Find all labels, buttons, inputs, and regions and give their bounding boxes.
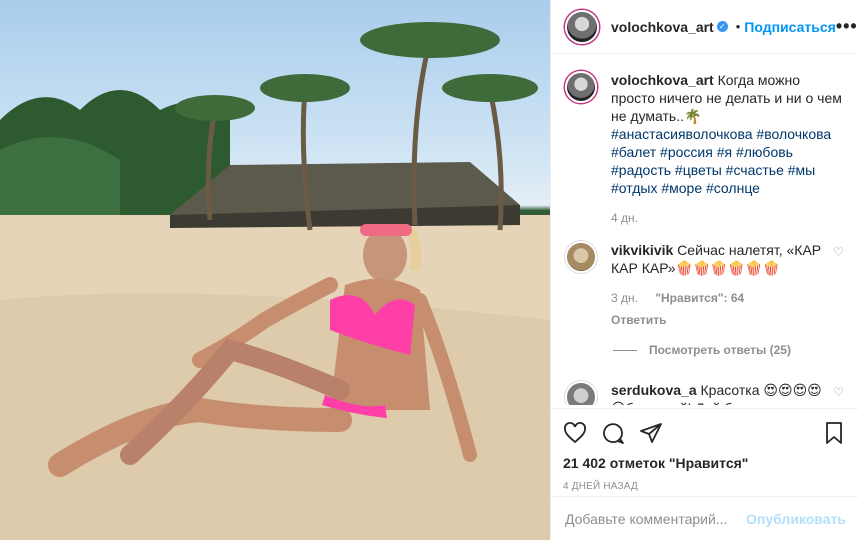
verified-badge-icon: ✓ <box>716 21 728 32</box>
comment-username[interactable]: serdukova_a <box>611 382 697 398</box>
caption-meta: 4 дн. <box>611 209 844 227</box>
comments-list[interactable]: volochkova_art Когда можно просто ничего… <box>551 55 858 405</box>
comment-like-heart-icon[interactable]: ♡ <box>833 385 844 399</box>
commenter-avatar[interactable] <box>565 241 597 273</box>
comment-time[interactable]: 3 дн. <box>611 291 638 305</box>
comment-meta: 3 дн. "Нравится": 64 <box>611 289 823 307</box>
reply-button[interactable]: Ответить <box>611 311 823 329</box>
more-options-icon[interactable]: ••• <box>836 16 858 37</box>
follow-button[interactable]: Подписаться <box>744 19 836 35</box>
author-avatar[interactable] <box>565 71 597 103</box>
publish-button[interactable]: Опубликовать <box>746 511 846 527</box>
hashtags-line[interactable]: #анастасияволочкова #волочкова <box>611 126 831 142</box>
share-send-icon[interactable] <box>639 421 663 445</box>
comment-row: vikvikivik Сейчас налетят, «КАР КАР КАР»… <box>565 241 844 329</box>
posted-time[interactable]: 4 ДНЕЙ НАЗАД <box>563 481 846 492</box>
like-heart-icon[interactable] <box>563 421 587 445</box>
separator-dot: • <box>735 19 741 34</box>
hashtags-line[interactable]: #балет #россия #я #любовь <box>611 144 793 160</box>
comment-row: serdukova_a Красотка 😍😍😍😍😍боже мой! Дай … <box>565 381 844 405</box>
comment-bubble-icon[interactable] <box>601 421 625 445</box>
add-comment-bar: Опубликовать <box>551 496 858 540</box>
caption-username[interactable]: volochkova_art <box>611 72 714 88</box>
post-photo[interactable] <box>0 0 550 540</box>
author-avatar[interactable] <box>565 9 599 44</box>
comment-like-heart-icon[interactable]: ♡ <box>833 245 844 259</box>
beach-photo-illustration <box>0 22 550 540</box>
action-icons <box>563 419 846 447</box>
post-header: volochkova_art ✓ • Подписаться ••• <box>551 0 858 54</box>
view-replies-button[interactable]: Посмотреть ответы (25) <box>613 343 844 357</box>
caption-row: volochkova_art Когда можно просто ничего… <box>565 71 844 227</box>
commenter-avatar[interactable] <box>565 381 597 405</box>
post-sidebar: volochkova_art ✓ • Подписаться ••• voloc… <box>550 0 858 540</box>
comment-input[interactable] <box>565 510 746 527</box>
likes-count[interactable]: 21 402 отметок "Нравится" <box>563 455 846 471</box>
comment-username[interactable]: vikvikivik <box>611 242 673 258</box>
save-bookmark-icon[interactable] <box>822 421 846 445</box>
author-username[interactable]: volochkova_art <box>611 19 714 35</box>
hashtags-line[interactable]: #отдых #море #солнце <box>611 180 760 196</box>
comment: vikvikivik Сейчас налетят, «КАР КАР КАР»… <box>611 241 823 329</box>
hashtags-line[interactable]: #радость #цветы #счастье #мы <box>611 162 815 178</box>
post-actions: 21 402 отметок "Нравится" 4 ДНЕЙ НАЗАД <box>551 408 858 492</box>
comment: serdukova_a Красотка 😍😍😍😍😍боже мой! Дай … <box>611 381 823 405</box>
comment-likes[interactable]: "Нравится": 64 <box>655 291 744 305</box>
caption-time[interactable]: 4 дн. <box>611 211 638 225</box>
caption: volochkova_art Когда можно просто ничего… <box>611 71 844 227</box>
